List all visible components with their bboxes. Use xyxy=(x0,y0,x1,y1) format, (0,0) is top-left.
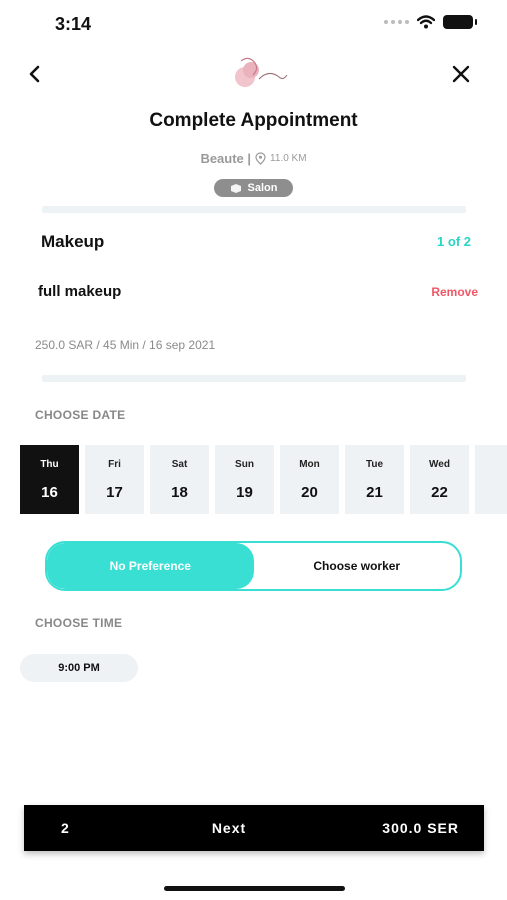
date-cell-sun-19[interactable]: Sun 19 xyxy=(215,445,274,514)
date-day-number: 21 xyxy=(366,484,383,501)
date-day-number: 22 xyxy=(431,484,448,501)
chevron-left-icon[interactable] xyxy=(24,62,46,86)
date-day-of-week: Sun xyxy=(235,459,254,470)
date-cell-mon-20[interactable]: Mon 20 xyxy=(280,445,339,514)
date-cell-thu-16[interactable]: Thu 16 xyxy=(20,445,79,514)
date-day-of-week: Wed xyxy=(429,459,450,470)
date-cell-sat-18[interactable]: Sat 18 xyxy=(150,445,209,514)
next-button[interactable]: Next xyxy=(24,820,434,836)
date-day-number: 20 xyxy=(301,484,318,501)
status-time: 3:14 xyxy=(55,14,92,34)
service-count: 1 of 2 xyxy=(437,234,471,249)
status-icons xyxy=(384,15,477,29)
date-day-number: 19 xyxy=(236,484,253,501)
date-day-number: 17 xyxy=(106,484,123,501)
date-day-of-week: Thu xyxy=(40,459,59,470)
home-indicator[interactable] xyxy=(164,886,345,891)
salon-brand: Beaute | xyxy=(200,151,252,166)
salon-info: Beaute | 11.0 KM xyxy=(0,151,507,166)
no-preference-option[interactable]: No Preference xyxy=(47,543,254,589)
date-day-number: 18 xyxy=(171,484,188,501)
next-bar[interactable]: 2 Next 300.0 SER xyxy=(24,805,484,851)
page-title: Complete Appointment xyxy=(149,110,358,131)
service-item-name: full makeup xyxy=(38,283,122,300)
date-cell-tue-21[interactable]: Tue 21 xyxy=(345,445,404,514)
date-picker: Thu 16 Fri 17 Sat 18 Sun 19 Mon 20 Tue 2… xyxy=(20,445,507,515)
total-price: 300.0 SER xyxy=(382,820,459,836)
date-day-of-week: Tue xyxy=(365,459,384,470)
brand-logo xyxy=(235,57,288,87)
salon-badge-label: Salon xyxy=(247,182,278,194)
date-day-of-week: Sat xyxy=(171,459,188,470)
wifi-icon xyxy=(417,15,435,29)
date-cell-wed-22[interactable]: Wed 22 xyxy=(410,445,469,514)
choose-worker-option[interactable]: Choose worker xyxy=(254,543,461,589)
service-details: 250.0 SAR / 45 Min / 16 sep 2021 xyxy=(35,338,216,352)
date-cell-partial[interactable] xyxy=(475,445,507,514)
service-name: Makeup xyxy=(41,232,105,251)
location-pin-icon xyxy=(255,152,266,165)
salon-distance: 11.0 KM xyxy=(270,153,307,164)
salon-icon xyxy=(230,183,241,193)
signal-icon xyxy=(384,20,409,24)
remove-button[interactable]: Remove xyxy=(431,285,478,299)
date-cell-fri-17[interactable]: Fri 17 xyxy=(85,445,144,514)
status-bar: 3:14 xyxy=(0,0,507,48)
divider xyxy=(42,375,466,382)
battery-icon xyxy=(443,15,477,29)
salon-badge: Salon xyxy=(214,179,293,197)
date-day-number: 16 xyxy=(41,484,58,501)
worker-preference-toggle: No Preference Choose worker xyxy=(45,541,462,591)
divider xyxy=(42,206,466,213)
time-slot-chip[interactable]: 9:00 PM xyxy=(20,654,138,682)
choose-date-label: CHOOSE DATE xyxy=(35,408,126,422)
date-day-of-week: Mon xyxy=(299,459,320,470)
date-day-of-week: Fri xyxy=(108,459,121,470)
close-icon[interactable] xyxy=(451,64,471,84)
choose-time-label: CHOOSE TIME xyxy=(35,616,123,630)
